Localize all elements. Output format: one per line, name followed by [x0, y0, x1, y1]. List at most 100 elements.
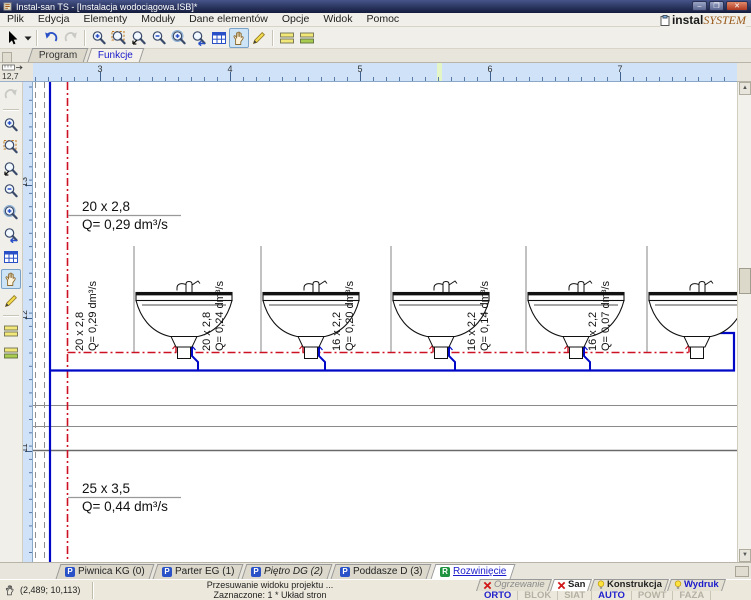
sheets-icon — [3, 323, 19, 339]
pipe-dimension: 20 x 2,8 — [82, 199, 131, 214]
module-on-icon — [597, 580, 605, 590]
data-table-side-button[interactable] — [1, 247, 21, 267]
scrollbar-thumb[interactable] — [739, 268, 751, 294]
sink-pipe-label[interactable]: 20 x 2,8 Q= 0,24 dm³/s — [201, 246, 227, 351]
zoom-dynamic-side-button[interactable] — [1, 159, 21, 179]
floor-tab-pi-tro-dg-2-[interactable]: P Piętro DG (2) — [241, 564, 333, 579]
sink-pipe-label[interactable]: 20 x 2,8 Q= 0,29 dm³/s — [74, 246, 100, 351]
zoom-window-icon — [111, 30, 127, 46]
ruler-corner-icon — [2, 64, 23, 71]
table-view-icon — [3, 249, 19, 265]
pipe-dimension: 25 x 3,5 — [82, 481, 131, 496]
menu-elementy[interactable]: Elementy — [76, 13, 134, 26]
pipe-flow: Q= 0,24 dm³/s — [214, 280, 226, 351]
floor-tab-rozwini-cie[interactable]: R Rozwinięcie — [430, 564, 516, 579]
mode-toggle-siat[interactable]: SIAT — [558, 591, 593, 600]
floor-tab-piwnica-kg-0-[interactable]: P Piwnica KG (0) — [55, 564, 155, 579]
view-tab-funkcje[interactable]: Funkcje — [87, 48, 145, 62]
zoom-dynamic-button[interactable] — [129, 28, 149, 48]
module-tab-label: Ogrzewanie — [494, 579, 545, 590]
svg-text:5: 5 — [357, 64, 362, 74]
menu-opcje[interactable]: Opcje — [275, 13, 316, 26]
mode-toggle-faza[interactable]: FAZA — [673, 591, 712, 600]
sheet-layout-side-button[interactable] — [1, 321, 21, 341]
menu-dane-element-w[interactable]: Dane elementów — [182, 13, 275, 26]
zoom-all-side-button[interactable] — [1, 203, 21, 223]
main-pipe-label[interactable]: 20 x 2,8 Q= 0,29 dm³/s — [82, 198, 168, 233]
zoom-previous-button[interactable] — [189, 28, 209, 48]
zoom-in-button[interactable] — [89, 28, 109, 48]
zoom-window-side-button[interactable] — [1, 137, 21, 157]
pipe-flow: Q= 0,20 dm³/s — [344, 280, 356, 351]
menu-widok[interactable]: Widok — [316, 13, 359, 26]
data-table-button[interactable] — [209, 28, 229, 48]
menu-pomoc[interactable]: Pomoc — [360, 13, 407, 26]
dock-grip[interactable] — [2, 52, 12, 63]
floor-tab-poddasze-d-3-[interactable]: P Poddasze D (3) — [330, 564, 432, 579]
zoom-all-button[interactable] — [169, 28, 189, 48]
drawing-canvas[interactable]: 20 x 2,8 Q= 0,29 dm³/s 20 x 2,8 Q= 0,24 dm³… — [33, 82, 737, 562]
mode-toggle-orto[interactable]: ORTO — [478, 591, 519, 600]
floor-tab-label: Piętro DG (2) — [264, 566, 324, 577]
view-tab-row: Program Funkcje — [0, 48, 751, 63]
floor-tab-label: Parter EG (1) — [174, 566, 235, 577]
menu-modu-y[interactable]: Moduły — [134, 13, 182, 26]
zoom-out-side-button[interactable] — [1, 181, 21, 201]
sheet-layout-color-side-button[interactable] — [1, 343, 21, 363]
sink-pipe-label[interactable]: 16 x 2,2 Q= 0,14 dm³/s — [466, 246, 492, 351]
zoom-previous-icon — [3, 227, 19, 243]
redo-button[interactable] — [61, 28, 81, 48]
zoom-out-button[interactable] — [149, 28, 169, 48]
sheet-layout-color-button[interactable] — [297, 28, 317, 48]
pan-view-button[interactable] — [229, 27, 249, 48]
plan-view-icon: P — [340, 566, 351, 577]
undo-button[interactable] — [41, 28, 61, 48]
close-button[interactable]: ✕ — [726, 1, 748, 11]
mode-toggle-blok[interactable]: BLOK — [518, 591, 559, 600]
side-toolbar — [0, 82, 23, 562]
pipe-dimension: 16 x 2,2 — [466, 311, 478, 351]
module-tab-label: San — [567, 579, 586, 590]
sink-pipe-label[interactable]: 16 x 2,2 Q= 0,07 dm³/s — [587, 246, 613, 351]
select-tool-dropdown-button[interactable] — [22, 28, 33, 48]
floor-tab-row: P Piwnica KG (0) P Parter EG (1) P Piętro DG … — [0, 562, 751, 579]
logo-text-instal: instal — [671, 13, 704, 27]
svg-text:13: 13 — [23, 177, 29, 187]
zoom-in-side-button[interactable] — [1, 115, 21, 135]
draw-tool-button[interactable] — [249, 28, 269, 48]
zoom-window-button[interactable] — [109, 28, 129, 48]
scroll-up-button[interactable]: ▲ — [739, 82, 751, 95]
menu-plik[interactable]: Plik — [0, 13, 31, 26]
menu-edycja[interactable]: Edycja — [31, 13, 77, 26]
svg-text:4: 4 — [227, 64, 232, 74]
pan-view-side-button[interactable] — [1, 269, 21, 289]
minimize-button[interactable]: – — [692, 1, 707, 11]
scroll-down-button[interactable]: ▼ — [739, 549, 751, 562]
toolbar-separator — [36, 29, 38, 46]
toolbar-separator — [3, 315, 19, 317]
pan-hand-icon — [3, 271, 19, 287]
mode-toggle-auto[interactable]: AUTO — [592, 591, 632, 600]
washbasin-symbol[interactable] — [648, 280, 737, 359]
sheet-layout-button[interactable] — [277, 28, 297, 48]
dropdown-icon — [20, 30, 36, 46]
pen-icon — [3, 293, 19, 309]
ruler-cursor-position: 12,7 — [2, 71, 19, 81]
main-pipe-label[interactable]: 25 x 3,5 Q= 0,44 dm³/s — [82, 480, 168, 515]
zoom-previous-side-button[interactable] — [1, 225, 21, 245]
pipe-flow: Q= 0,07 dm³/s — [600, 280, 612, 351]
sink-pipe-label[interactable]: 16 x 2,2 Q= 0,20 dm³/s — [331, 246, 357, 351]
draw-tool-side-button[interactable] — [1, 291, 21, 311]
mode-toggle-powt[interactable]: POWT — [632, 591, 674, 600]
undo-icon — [43, 30, 59, 46]
plan-view-icon: P — [65, 566, 75, 577]
status-message-cell: Przesuwanie widoku projektu ... Zaznaczo… — [95, 580, 445, 600]
plan-view-icon: P — [161, 566, 172, 577]
svg-text:6: 6 — [487, 64, 492, 74]
sheets-color-icon — [299, 30, 315, 46]
redo-side-button[interactable] — [1, 85, 21, 105]
maximize-button[interactable]: ❐ — [709, 1, 724, 11]
floor-tab-parter-eg-1-[interactable]: P Parter EG (1) — [152, 564, 244, 579]
vertical-scrollbar[interactable]: ▲ ▼ — [737, 82, 751, 562]
view-tab-program[interactable]: Program — [27, 48, 89, 62]
